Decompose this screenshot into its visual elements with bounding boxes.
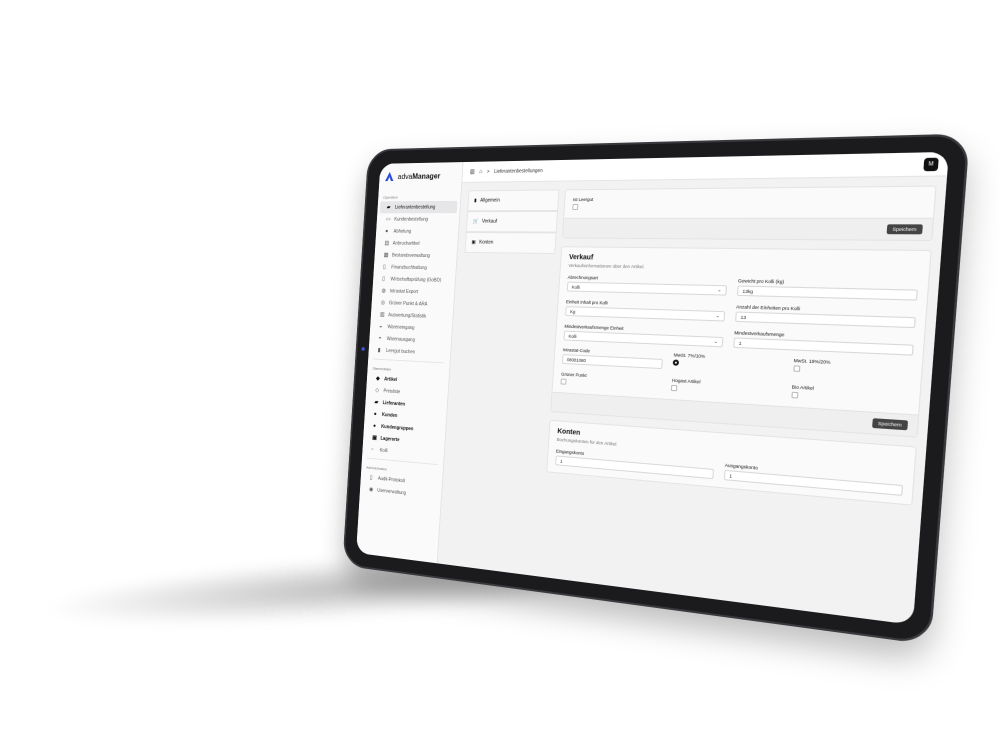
truck-icon: ▰ [387, 205, 392, 211]
tab-verkauf[interactable]: 🛒 Verkauf [466, 211, 558, 233]
intrastat-input[interactable]: 08081080 [562, 354, 663, 369]
abrechnungsart-select[interactable]: Kolli ⌄ [567, 282, 727, 296]
gruener-punkt-checkbox[interactable] [561, 379, 567, 385]
sidebar-item-label: Kunden [382, 412, 398, 419]
mwst-19-label: MwSt. 19%/20% [794, 358, 913, 369]
users-icon: ◉ [369, 487, 374, 493]
avatar[interactable]: M [923, 157, 938, 171]
ist-leergut-checkbox[interactable] [572, 204, 578, 210]
sidebar-item-label: Grüner Punkt & ARA [389, 300, 428, 307]
sidebar-item-label: Anbruchartikel [393, 240, 420, 246]
sidebar-item-lieferantenbestellung[interactable]: ▰ Lieferantenbestellung [380, 201, 458, 213]
mwst-19-radio[interactable] [793, 365, 800, 372]
leergut-card: Ist Leergut Speichern [562, 186, 937, 242]
document-icon: ▯ [370, 475, 375, 481]
tab-allgemein[interactable]: ▮ Allgemein [467, 189, 559, 211]
sidebar-item-label: Bestandsverwaltung [392, 252, 430, 258]
save-button[interactable]: Speichern [886, 224, 923, 234]
group-icon: ● [373, 423, 378, 429]
bio-checkbox[interactable] [791, 392, 798, 399]
document-icon: ▯ [383, 264, 388, 270]
panels: Ist Leergut Speichern Verkauf Verkaufsin… [540, 186, 937, 615]
sidebar-item-label: Warenausgang [387, 336, 416, 343]
sidebar-item-leergut-buchen[interactable]: ▮ Leergut buchen [371, 344, 448, 360]
breadcrumb-current[interactable]: Lieferantenbestellungen [494, 168, 543, 175]
chevron-down-icon: ⌄ [715, 313, 719, 319]
sidebar-item-label: Lieferanten [383, 400, 406, 407]
sidebar-item-label: Wirtschaftsprüfung (GoBD) [390, 276, 441, 283]
einheit-inhalt-select[interactable]: Kg ⌄ [565, 306, 725, 321]
tag-icon: ◆ [376, 376, 381, 382]
cart-icon: 🛒 [473, 219, 479, 225]
sidebar-item-kundenbestellung[interactable]: ▭ Kundenbestellung [379, 213, 457, 225]
camera-dot [361, 347, 364, 351]
sidebar-item-label: Artikel [384, 376, 397, 382]
mwst-7-radio[interactable] [673, 359, 680, 365]
tablet-device: advaManager Operation ▰ Lieferantenbestel… [342, 133, 970, 644]
content: ▮ Allgemein 🛒 Verkauf ▣ Konten Ist Leergut … [438, 176, 947, 624]
sidebar-item-label: Intrastat Export [390, 288, 419, 294]
package-icon: ▫ [371, 447, 376, 453]
sidebar-item-label: Wareneingang [387, 324, 414, 331]
gruener-punkt-label: Grüner Punkt [561, 372, 662, 383]
wallet-icon: ▣ [471, 240, 476, 246]
verkauf-grid: Abrechnungsart Kolli ⌄ Gewicht pro Kolli … [563, 275, 918, 356]
tab-konten[interactable]: ▣ Konten [465, 232, 557, 254]
box-icon: ▤ [384, 240, 389, 246]
upload-icon: ◓ [378, 336, 383, 342]
scene: advaManager Operation ▰ Lieferantenbestel… [0, 0, 1000, 736]
download-icon: ◒ [379, 324, 384, 330]
sidebar-item-label: Userverwaltung [377, 487, 406, 495]
ist-leergut-label: Ist Leergut [573, 194, 925, 202]
app-name-prefix: adva [398, 172, 413, 181]
logo-icon [384, 171, 395, 182]
app-logo[interactable]: advaManager [379, 166, 463, 191]
sidebar-item-abholung[interactable]: ● Abholung [378, 225, 456, 237]
sidebar-item-anbruchartikel[interactable]: ▤ Anbruchartikel [378, 237, 456, 250]
sidebar-item-label: Lieferantenbestellung [395, 204, 436, 210]
bio-label: Bio Artikel [792, 384, 911, 396]
stack-icon: ▦ [384, 252, 389, 258]
app-screen: advaManager Operation ▰ Lieferantenbestel… [356, 152, 949, 625]
chevron-down-icon: ⌄ [714, 339, 718, 345]
tablet-wrap: advaManager Operation ▰ Lieferantenbestel… [0, 0, 1000, 736]
file-icon: ▮ [474, 198, 477, 204]
sidebar-item-label: Leergut buchen [386, 348, 415, 355]
save-button[interactable]: Speichern [872, 418, 908, 430]
sidebar-item-label: Finanzbuchhaltung [391, 264, 427, 270]
bottle-icon: ▮ [378, 347, 383, 353]
sidebar-toggle-icon[interactable]: ▥ [470, 168, 475, 175]
app-name-suffix: Manager [412, 171, 441, 180]
pricetag-icon: ◇ [375, 388, 380, 394]
verkauf-card: Verkauf Verkaufsinformationen über den A… [550, 246, 932, 437]
chevron-down-icon: ⌄ [717, 287, 721, 293]
globe-icon: ◍ [381, 288, 386, 294]
document-icon: ▯ [382, 276, 387, 282]
main-area: ▥ ⌂ > Lieferantenbestellungen M ▮ Allgeme… [438, 152, 949, 625]
breadcrumb-separator: > [487, 169, 490, 175]
mwst-7-label: MwSt. 7%/10% [674, 352, 783, 362]
person-icon: ● [385, 228, 390, 234]
sidebar-item-label: Kolli [380, 447, 388, 453]
sidebar-item-label: Audit-Protokoll [378, 476, 405, 484]
cart-icon: ▭ [386, 216, 391, 222]
gewicht-input[interactable]: 13kg [737, 286, 918, 301]
home-icon[interactable]: ⌂ [479, 169, 483, 175]
hogast-checkbox[interactable] [671, 385, 678, 391]
sidebar-item-label: Kundenbestellung [394, 216, 428, 222]
section-title-operation: Operation [378, 190, 461, 201]
leergut-card-footer: Speichern [563, 218, 933, 240]
sidebar-item-label: Lagerorte [380, 436, 399, 443]
sidebar-item-label: Abholung [393, 228, 411, 234]
sidebar-item-label: Auswertung/Statistik [388, 312, 426, 319]
truck-icon: ▰ [374, 399, 379, 405]
recycle-icon: ◎ [381, 300, 386, 306]
warehouse-icon: ▣ [372, 435, 377, 441]
chart-icon: ▥ [380, 312, 385, 318]
sidebar-item-label: Preisliste [383, 388, 400, 395]
tabs: ▮ Allgemein 🛒 Verkauf ▣ Konten [445, 189, 560, 568]
person-icon: ● [374, 411, 379, 417]
hogast-label: Hogast Artikel [672, 378, 781, 389]
sidebar-item-label: Kundengruppen [381, 424, 413, 432]
